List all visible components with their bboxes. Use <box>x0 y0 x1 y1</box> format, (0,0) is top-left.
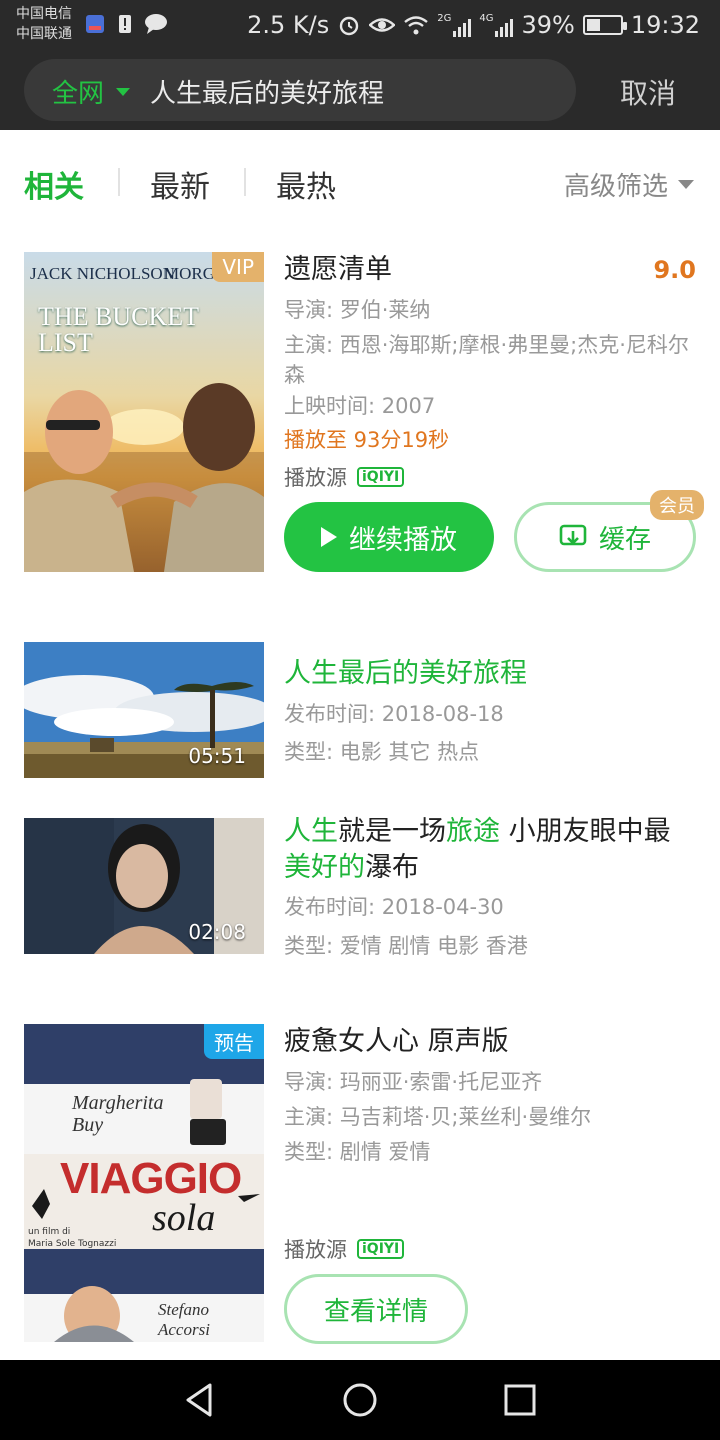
poster-credit: un film di Maria Sole Tognazzi <box>28 1226 116 1250</box>
video-type: 类型: 爱情 剧情 电影 香港 <box>284 934 528 958</box>
publish-date: 发布时间: 2018-04-30 <box>284 895 504 919</box>
search-scope-dropdown[interactable]: 全网 <box>52 73 131 110</box>
clock: 19:32 <box>630 11 700 39</box>
title-text: 小朋友眼中最 <box>500 816 671 847</box>
top-header: 中国电信 中国联通 2.5 K/s 2G 4G 39% 19:32 全网 人生最… <box>0 0 720 130</box>
video-duration: 05:51 <box>188 744 246 768</box>
video-type: 类型: 电影 其它 热点 <box>284 740 480 764</box>
poster-credit-1: un film di <box>28 1227 71 1237</box>
play-source: 播放源 iQIYI <box>284 462 405 492</box>
video-thumbnail[interactable]: 05:51 <box>24 642 264 778</box>
iqiyi-icon: iQIYI <box>357 1239 405 1259</box>
tab-latest[interactable]: 最新 <box>150 162 210 206</box>
title-highlight: 旅途 <box>446 816 500 847</box>
battery-percent: 39% <box>521 11 575 39</box>
home-icon[interactable] <box>340 1380 380 1420</box>
carrier-2: 中国联通 <box>16 26 72 42</box>
cache-label: 缓存 <box>598 524 651 555</box>
view-details-button[interactable]: 查看详情 <box>284 1274 468 1344</box>
chevron-down-icon <box>116 87 131 96</box>
tab-hottest[interactable]: 最热 <box>276 162 336 206</box>
title-highlight: 美好的 <box>284 852 365 883</box>
tab-divider <box>118 168 120 196</box>
iqiyi-icon: iQIYI <box>357 467 405 487</box>
alert-icon <box>119 15 131 33</box>
alarm-icon <box>340 16 359 36</box>
search-input[interactable]: 人生最后的美好旅程 <box>150 73 384 110</box>
cancel-button[interactable]: 取消 <box>620 72 676 112</box>
tab-related[interactable]: 相关 <box>24 162 84 206</box>
poster-image <box>24 252 264 572</box>
title-text: 瀑布 <box>365 852 419 883</box>
poster-title-2: sola <box>152 1197 216 1239</box>
recent-apps-icon[interactable] <box>500 1380 540 1420</box>
vip-badge: VIP <box>212 252 264 282</box>
system-nav-bar <box>0 1360 720 1440</box>
director-text: 导演: 罗伯·莱纳 <box>284 298 431 322</box>
result-title[interactable]: 人生就是一场旅途 小朋友眼中最美好的瀑布 <box>284 814 694 886</box>
poster-name-1: Margherita Buy <box>72 1092 164 1136</box>
advanced-filter-button[interactable]: 高级筛选 <box>564 166 694 203</box>
play-source-label: 播放源 <box>284 1238 347 1262</box>
cast-text: 主演: 马吉莉塔·贝;莱丝利·曼维尔 <box>284 1105 592 1129</box>
play-source: 播放源 iQIYI <box>284 1234 405 1264</box>
poster-credit-2: Maria Sole Tognazzi <box>28 1239 117 1249</box>
cast-text: 主演: 西恩·海耶斯;摩根·弗里曼;杰克·尼科尔森 <box>284 333 689 387</box>
play-source-label: 播放源 <box>284 466 347 490</box>
result-title[interactable]: 疲惫女人心 原声版 <box>284 1024 509 1060</box>
back-icon[interactable] <box>180 1380 220 1420</box>
status-bar: 中国电信 中国联通 2.5 K/s 2G 4G 39% 19:32 <box>0 0 720 50</box>
eye-icon <box>369 18 396 32</box>
title-highlight: 人生 <box>284 816 338 847</box>
message-icon <box>145 14 167 34</box>
wifi-icon <box>404 16 428 35</box>
viaggio-sola-poster[interactable]: Margherita Buy VIAGGIO sola un film di M… <box>24 1024 264 1342</box>
title-text: 就是一场 <box>338 816 446 847</box>
status-right: 2.5 K/s 2G 4G 39% 19:32 <box>247 8 700 42</box>
poster-actor-left: JACK NICHOLSON <box>30 264 175 283</box>
poster-name-2: Stefano Accorsi <box>158 1300 210 1339</box>
battery-icon <box>582 15 627 35</box>
carrier-1: 中国电信 <box>16 6 72 22</box>
video-type: 类型: 剧情 爱情 <box>284 1140 431 1164</box>
filter-tabs: 相关 最新 最热 高级筛选 <box>0 130 720 234</box>
signal-1-icon: 2G <box>437 13 472 37</box>
signal-2-icon: 4G <box>479 13 514 37</box>
carrier-info: 中国电信 中国联通 <box>16 4 72 44</box>
signal-2-type: 4G <box>479 13 494 24</box>
bucket-list-poster[interactable]: JACK NICHOLSON MORGAN FREEMAN THE BUCKET… <box>24 252 264 572</box>
play-progress: 播放至 93分19秒 <box>284 428 450 452</box>
video-thumbnail[interactable]: 02:08 <box>24 818 264 954</box>
trailer-badge: 预告 <box>204 1024 264 1059</box>
app-notification-icon <box>86 15 104 33</box>
result-title[interactable]: 人生最后的美好旅程 <box>284 656 527 692</box>
rating-score: 9.0 <box>653 256 696 284</box>
advanced-filter-label: 高级筛选 <box>563 172 668 202</box>
release-text: 上映时间: 2007 <box>284 394 436 418</box>
search-scope-label: 全网 <box>52 79 105 109</box>
search-box[interactable]: 全网 人生最后的美好旅程 <box>24 59 576 121</box>
network-speed: 2.5 K/s <box>247 11 330 39</box>
chevron-down-icon <box>678 180 694 189</box>
member-badge: 会员 <box>650 490 704 520</box>
director-text: 导演: 玛丽亚·索雷·托尼亚齐 <box>284 1070 543 1094</box>
tab-divider <box>244 168 246 196</box>
result-title[interactable]: 遗愿清单 <box>284 252 392 288</box>
video-duration: 02:08 <box>188 920 246 944</box>
continue-play-label: 继续播放 <box>349 524 457 556</box>
download-icon <box>559 524 587 546</box>
poster-title: THE BUCKET LIST <box>38 302 199 357</box>
publish-date: 发布时间: 2018-08-18 <box>284 702 504 726</box>
signal-1-type: 2G <box>437 13 452 24</box>
continue-play-button[interactable]: 继续播放 <box>284 502 494 572</box>
play-icon <box>321 527 337 547</box>
